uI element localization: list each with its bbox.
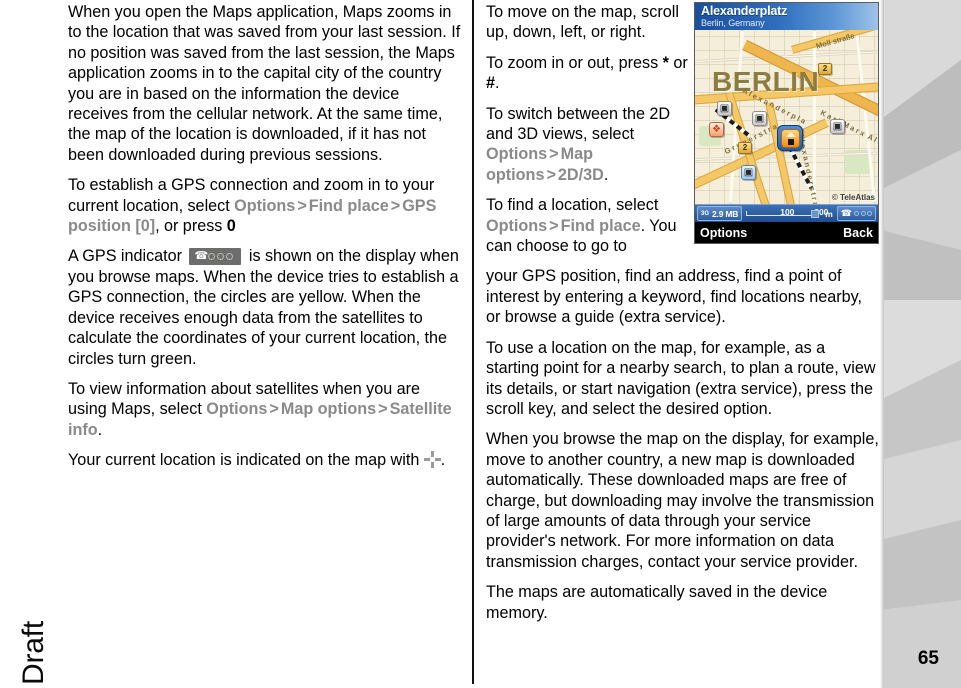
softkey-bar: Options Back bbox=[695, 222, 878, 243]
ui-path-term: Map options bbox=[280, 400, 377, 419]
data-size-label: 2.9 MB bbox=[712, 208, 739, 219]
path-separator: > bbox=[269, 400, 279, 419]
paragraph: A GPS indicator ☎ is shown on the displa… bbox=[68, 246, 462, 368]
map-poi-icon[interactable]: ▣ bbox=[752, 111, 767, 126]
body-text: Your current location is indicated on th… bbox=[68, 451, 424, 470]
data-usage-chip: 3G 2.9 MB bbox=[697, 206, 743, 221]
ui-path-term: Find place bbox=[560, 216, 641, 235]
paragraph: Your current location is indicated on th… bbox=[68, 450, 462, 470]
ui-path-term: Find place bbox=[308, 196, 389, 215]
paragraph: To move on the map, scroll up, down, lef… bbox=[486, 2, 694, 43]
map-center-marker-icon[interactable] bbox=[777, 125, 803, 151]
body-text: When you open the Maps application, Maps… bbox=[68, 3, 461, 164]
map-scale-bar: 100 200 m bbox=[744, 206, 835, 221]
map-poi-icon[interactable]: ▣ bbox=[830, 119, 845, 134]
gps-handset-icon: ☎ bbox=[840, 208, 852, 218]
draft-watermark: Draft bbox=[17, 621, 50, 686]
scale-unit-label: m bbox=[825, 209, 833, 219]
gps-signal-dots-icon bbox=[854, 211, 872, 216]
map-canvas[interactable]: BERLIN Moll straße A l e x a n d e r p l… bbox=[695, 30, 878, 204]
body-text: A GPS indicator bbox=[68, 247, 187, 266]
body-text: To zoom in or out, press bbox=[486, 53, 663, 72]
paragraph: When you browse the map on the display, … bbox=[486, 429, 880, 572]
column-divider bbox=[472, 0, 474, 684]
softkey-right-back[interactable]: Back bbox=[843, 226, 873, 240]
paragraph: To find a location, select Options > Find … bbox=[486, 195, 694, 256]
body-text: To find a location, select bbox=[486, 196, 659, 215]
paragraph: To switch between the 2D and 3D views, s… bbox=[486, 104, 694, 186]
location-crosshair-icon bbox=[423, 451, 441, 469]
paragraph: To establish a GPS connection and zoom i… bbox=[68, 175, 462, 236]
key-label: 0 bbox=[226, 217, 236, 236]
gps-indicator-icon: ☎ bbox=[189, 248, 242, 266]
paragraph: To zoom in or out, press * or #. bbox=[486, 53, 694, 94]
ui-path-term: Options bbox=[486, 145, 548, 164]
body-text: To switch between the 2D and 3D views, s… bbox=[486, 104, 671, 144]
body-text: The maps are automatically saved in the … bbox=[486, 583, 828, 622]
map-title-bar: Alexanderplatz Berlin, Germany bbox=[695, 3, 878, 30]
draft-gutter: Draft bbox=[0, 0, 62, 688]
gps-status-chip: ☎ bbox=[836, 206, 876, 221]
map-location-title: Alexanderplatz bbox=[701, 4, 788, 18]
map-location-subtitle: Berlin, Germany bbox=[701, 18, 765, 28]
paragraph: To use a location on the map, for exampl… bbox=[486, 338, 880, 420]
key-label: # bbox=[486, 74, 496, 93]
map-route-badge: 2 bbox=[738, 142, 752, 154]
body-text: . bbox=[440, 451, 446, 470]
map-attribution: © TeleAtlas bbox=[831, 193, 875, 202]
chapter-sidebar: Positioning (GPS) 65 bbox=[880, 0, 961, 688]
scale-toggle-icon bbox=[810, 210, 819, 218]
body-text: . bbox=[495, 74, 500, 93]
map-poi-icon[interactable]: ▣ bbox=[717, 101, 732, 116]
map-city-label: BERLIN bbox=[712, 66, 820, 97]
map-status-bar: 3G 2.9 MB 100 200 m ☎ bbox=[695, 204, 878, 222]
network-type-icon: 3G bbox=[701, 210, 710, 217]
body-text: or bbox=[668, 53, 688, 72]
paragraph: To view information about satellites whe… bbox=[68, 379, 462, 440]
paragraph: your GPS position, find an address, find… bbox=[486, 266, 880, 327]
map-route-badge: 2 bbox=[818, 63, 832, 75]
path-separator: > bbox=[390, 196, 401, 215]
page-root: Draft When you open the Maps application… bbox=[0, 0, 961, 688]
page-number: 65 bbox=[917, 648, 939, 669]
chapter-title: Positioning (GPS) bbox=[931, 0, 955, 8]
path-separator: > bbox=[378, 400, 388, 419]
body-text: is shown on the display when you browse … bbox=[68, 247, 459, 368]
body-text: your GPS position, find an address, find… bbox=[486, 267, 863, 327]
path-separator: > bbox=[546, 165, 556, 184]
body-text: . bbox=[97, 420, 103, 439]
phone-screenshot-figure: Alexanderplatz Berlin, Germany BERLIN Mo… bbox=[694, 2, 879, 244]
map-poi-icon[interactable]: ▣ bbox=[741, 165, 756, 180]
ui-path-term: 2D/3D bbox=[557, 165, 604, 184]
map-poi-icon[interactable]: ❖ bbox=[709, 122, 724, 137]
path-separator: > bbox=[549, 216, 559, 235]
softkey-left-options[interactable]: Options bbox=[700, 226, 747, 240]
ui-path-term: Options bbox=[486, 216, 548, 235]
left-text-column: When you open the Maps application, Maps… bbox=[68, 0, 462, 471]
body-text: When you browse the map on the display, … bbox=[486, 430, 879, 571]
path-separator: > bbox=[297, 196, 307, 215]
body-text: To move on the map, scroll up, down, lef… bbox=[486, 3, 679, 42]
body-text: , or press bbox=[155, 217, 227, 236]
body-text: . bbox=[603, 165, 609, 184]
paragraph: The maps are automatically saved in the … bbox=[486, 582, 880, 623]
path-separator: > bbox=[549, 145, 559, 164]
scale-tick-100: 100 bbox=[780, 207, 795, 217]
paragraph: When you open the Maps application, Maps… bbox=[68, 2, 462, 165]
sidebar-pattern bbox=[880, 0, 961, 688]
ui-path-term: Options bbox=[206, 400, 268, 419]
body-text: To use a location on the map, for exampl… bbox=[486, 338, 876, 418]
ui-path-term: Options bbox=[234, 196, 296, 215]
